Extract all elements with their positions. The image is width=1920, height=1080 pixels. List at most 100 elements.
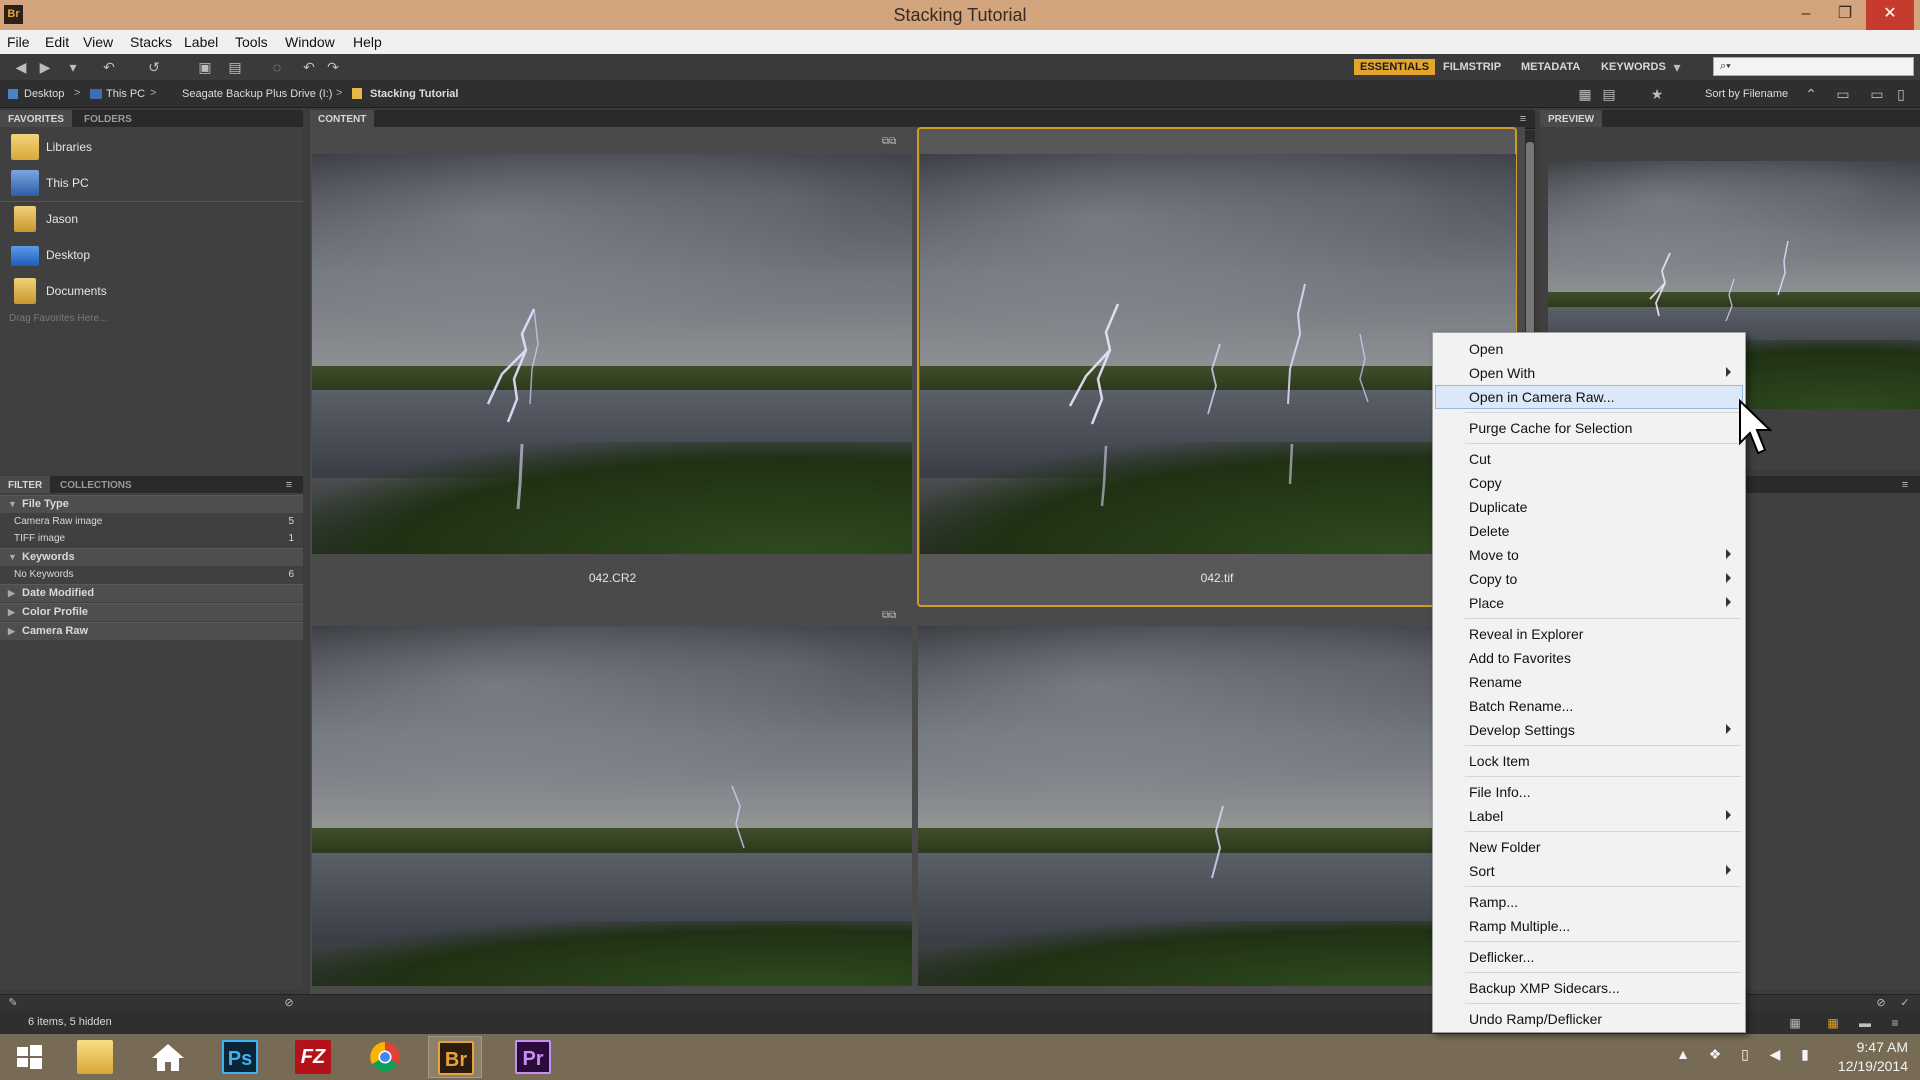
filter-row-tiff[interactable]: TIFF image 1: [0, 531, 303, 548]
favorite-jason[interactable]: Jason: [0, 201, 303, 237]
thumbnail-image[interactable]: [918, 626, 1514, 986]
start-button[interactable]: [2, 1036, 56, 1078]
workspace-metadata[interactable]: METADATA: [1515, 59, 1586, 75]
no-filter-icon[interactable]: ⊘: [1872, 994, 1890, 1012]
menu-window[interactable]: Window: [285, 34, 335, 50]
details-view-icon[interactable]: ▬: [1856, 1014, 1874, 1032]
rotate-left-icon[interactable]: ↶: [300, 58, 318, 76]
sort-order-icon[interactable]: ⌃: [1802, 85, 1820, 103]
chevron-down-icon[interactable]: ▾: [64, 58, 82, 76]
panel-menu-icon[interactable]: ≡: [1896, 476, 1914, 494]
workspace-keywords[interactable]: KEYWORDS: [1595, 59, 1672, 75]
menu-item-file-info[interactable]: File Info...: [1435, 780, 1743, 804]
open-in-camera-raw-icon[interactable]: ◌: [268, 58, 286, 76]
menu-item-cut[interactable]: Cut: [1435, 447, 1743, 471]
menu-edit[interactable]: Edit: [45, 34, 69, 50]
thumbnail-cell[interactable]: ⧉⧉ 042.CR2: [310, 127, 915, 607]
breadcrumb-drive[interactable]: Seagate Backup Plus Drive (I:): [182, 88, 332, 100]
menu-item-duplicate[interactable]: Duplicate: [1435, 495, 1743, 519]
thumbnail-view-icon[interactable]: ▦: [1824, 1014, 1842, 1032]
menu-item-sort[interactable]: Sort: [1435, 859, 1743, 883]
taskbar-filezilla[interactable]: FZ: [286, 1036, 340, 1078]
filter-group-color-profile[interactable]: ▶ Color Profile: [0, 603, 303, 621]
favorite-libraries[interactable]: Libraries: [0, 129, 303, 165]
menu-item-rename[interactable]: Rename: [1435, 670, 1743, 694]
menu-item-new-folder[interactable]: New Folder: [1435, 835, 1743, 859]
filter-group-keywords[interactable]: ▼ Keywords: [0, 548, 303, 566]
camera-import-icon[interactable]: ▣: [196, 58, 214, 76]
volume-icon[interactable]: ◀: [1766, 1046, 1784, 1066]
recent-folder-icon[interactable]: ↶: [100, 58, 118, 76]
panel-menu-icon[interactable]: ≡: [280, 476, 298, 494]
list-view-icon[interactable]: ≡: [1886, 1014, 1904, 1032]
menu-item-open-in-camera-raw[interactable]: Open in Camera Raw...: [1435, 385, 1743, 409]
taskbar-file-explorer[interactable]: [68, 1036, 122, 1078]
view-options-icon[interactable]: ▤: [1600, 85, 1618, 103]
taskbar-chrome[interactable]: [358, 1036, 412, 1078]
filter-row-no-keywords[interactable]: No Keywords 6: [0, 567, 303, 584]
menu-item-lock-item[interactable]: Lock Item: [1435, 749, 1743, 773]
menu-item-open-with[interactable]: Open With: [1435, 361, 1743, 385]
menu-item-batch-rename[interactable]: Batch Rename...: [1435, 694, 1743, 718]
breadcrumb-current-folder[interactable]: Stacking Tutorial: [370, 88, 458, 100]
thumbnail-quality-icon[interactable]: ▦: [1576, 85, 1594, 103]
menu-stacks[interactable]: Stacks: [130, 34, 172, 50]
menu-item-reveal-in-explorer[interactable]: Reveal in Explorer: [1435, 622, 1743, 646]
favorite-desktop[interactable]: Desktop: [0, 237, 303, 273]
menu-item-deflicker[interactable]: Deflicker...: [1435, 945, 1743, 969]
menu-item-move-to[interactable]: Move to: [1435, 543, 1743, 567]
menu-label[interactable]: Label: [184, 34, 218, 50]
new-folder-icon[interactable]: ▭: [1868, 85, 1886, 103]
menu-item-purge-cache[interactable]: Purge Cache for Selection: [1435, 416, 1743, 440]
menu-item-delete[interactable]: Delete: [1435, 519, 1743, 543]
close-button[interactable]: ✕: [1866, 0, 1914, 30]
menu-item-backup-xmp-sidecars[interactable]: Backup XMP Sidecars...: [1435, 976, 1743, 1000]
menu-item-place[interactable]: Place: [1435, 591, 1743, 615]
filter-group-camera-raw[interactable]: ▶ Camera Raw: [0, 622, 303, 640]
sort-by-dropdown[interactable]: Sort by Filename: [1705, 88, 1788, 100]
back-arrow-icon[interactable]: ◀: [12, 58, 30, 76]
thumbnail-filename[interactable]: 042.tif: [919, 571, 1515, 585]
network-icon[interactable]: ▮: [1796, 1046, 1814, 1066]
grid-view-icon[interactable]: ▦: [1786, 1014, 1804, 1032]
menu-view[interactable]: View: [83, 34, 113, 50]
stack-badge-icon[interactable]: ⧉⧉: [882, 136, 896, 147]
thumbnail-cell-selected[interactable]: 042.tif: [917, 127, 1517, 607]
thumbnail-image[interactable]: [312, 154, 912, 554]
system-clock[interactable]: 9:47 AM 12/19/2014: [1838, 1038, 1908, 1076]
menu-item-ramp-multiple[interactable]: Ramp Multiple...: [1435, 914, 1743, 938]
search-input[interactable]: ⌕▾: [1713, 57, 1914, 76]
menu-item-copy[interactable]: Copy: [1435, 471, 1743, 495]
dropbox-icon[interactable]: ❖: [1706, 1046, 1724, 1066]
show-hidden-icons-icon[interactable]: ▲: [1674, 1046, 1692, 1066]
restore-button[interactable]: ❐: [1826, 0, 1864, 30]
trash-icon[interactable]: ▯: [1892, 85, 1910, 103]
taskbar-photoshop[interactable]: Ps: [213, 1036, 267, 1078]
thumbnail-image[interactable]: [312, 626, 912, 986]
favorite-this-pc[interactable]: This PC: [0, 165, 303, 201]
menu-item-ramp[interactable]: Ramp...: [1435, 890, 1743, 914]
battery-icon[interactable]: ▯: [1736, 1046, 1754, 1066]
taskbar-bridge[interactable]: Br: [428, 1036, 482, 1078]
menu-file[interactable]: File: [7, 34, 30, 50]
filter-group-date-modified[interactable]: ▶ Date Modified: [0, 584, 303, 602]
menu-item-undo-ramp-deflicker[interactable]: Undo Ramp/Deflicker: [1435, 1007, 1743, 1031]
forward-arrow-icon[interactable]: ▶: [36, 58, 54, 76]
rotate-right-icon[interactable]: ↷: [324, 58, 342, 76]
pin-icon[interactable]: ✎: [4, 994, 22, 1012]
breadcrumb-this-pc[interactable]: This PC: [106, 88, 145, 100]
taskbar-premiere[interactable]: Pr: [506, 1036, 560, 1078]
return-icon[interactable]: ↺: [145, 58, 163, 76]
panel-menu-icon[interactable]: ≡: [1514, 110, 1532, 128]
thumbnail-cell[interactable]: ⧉⧉: [310, 609, 915, 994]
open-recent-icon[interactable]: ▭: [1834, 85, 1852, 103]
menu-item-add-to-favorites[interactable]: Add to Favorites: [1435, 646, 1743, 670]
workspace-dropdown-icon[interactable]: ▾: [1668, 58, 1686, 76]
minimize-button[interactable]: –: [1787, 0, 1825, 30]
workspace-filmstrip[interactable]: FILMSTRIP: [1437, 59, 1507, 75]
menu-tools[interactable]: Tools: [235, 34, 268, 50]
breadcrumb-desktop[interactable]: Desktop: [24, 88, 64, 100]
taskbar-home[interactable]: [141, 1036, 195, 1078]
menu-item-label[interactable]: Label: [1435, 804, 1743, 828]
stack-badge-icon[interactable]: ⧉⧉: [882, 610, 896, 621]
